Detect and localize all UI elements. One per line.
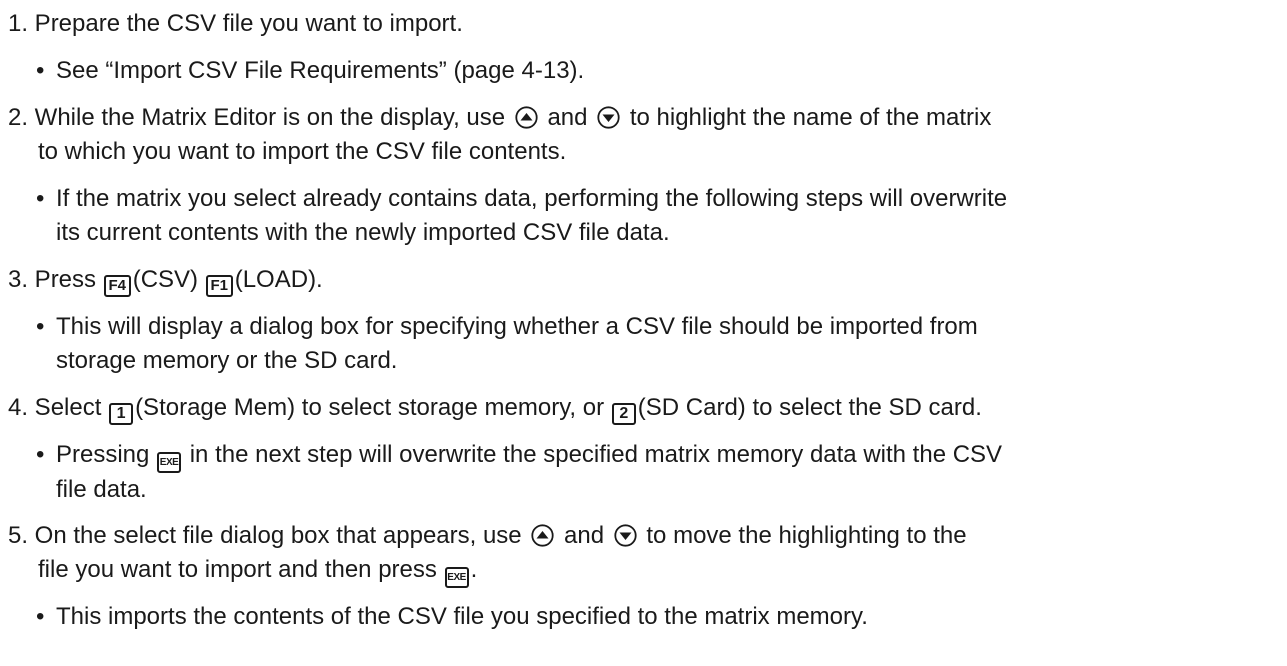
step-4-bullet-text-b: in the next step will overwrite the spec… xyxy=(189,441,1003,468)
step-3-text-a: 3. Press xyxy=(8,266,97,293)
step-4: 4. Select 1 (Storage Mem) to select stora… xyxy=(8,391,1278,425)
step-4-bullet: • Pressing EXE in the next step will over… xyxy=(36,438,1276,507)
step-3: 3. Press F4 (CSV) F1 (LOAD). xyxy=(8,263,1278,297)
step-2-bullet-line-1: If the matrix you select already contain… xyxy=(56,185,1008,212)
step-4-text-b: (Storage Mem) to select storage memory, … xyxy=(135,394,605,421)
two-key-icon: 2 xyxy=(611,403,636,425)
step-3-text-c: (LOAD). xyxy=(234,266,323,293)
one-key-icon: 1 xyxy=(109,403,134,425)
step-3-bullet: • This will display a dialog box for spec… xyxy=(36,310,1276,378)
step-5-text-b: and xyxy=(564,522,605,549)
exe-key-icon: EXE xyxy=(157,452,182,473)
step-3-bullet-line-2: storage memory or the SD card. xyxy=(56,347,398,374)
step-2-text-c: to highlight the name of the matrix xyxy=(629,104,992,131)
f4-key-icon: F4 xyxy=(103,275,131,297)
bullet-dot: • xyxy=(36,57,45,84)
bullet-dot: • xyxy=(36,313,45,340)
step-2-text-b: and xyxy=(547,104,588,131)
step-5-text-a: 5. On the select file dialog box that ap… xyxy=(8,522,522,549)
up-arrow-key-icon xyxy=(531,524,554,547)
step-5-text-e: . xyxy=(470,556,478,583)
step-1: 1. Prepare the CSV file you want to impo… xyxy=(8,7,1278,41)
down-arrow-key-icon xyxy=(597,106,620,129)
bullet-dot: • xyxy=(36,603,45,630)
step-5-bullet: • This imports the contents of the CSV fi… xyxy=(36,600,1276,634)
step-4-bullet-line-2: file data. xyxy=(56,476,147,503)
f1-key-icon: F1 xyxy=(205,275,233,297)
exe-key-icon: EXE xyxy=(444,567,469,588)
step-4-line-1: 4. Select 1 (Storage Mem) to select stora… xyxy=(8,391,1278,425)
step-3-bullet-line-1: This will display a dialog box for speci… xyxy=(56,313,978,340)
step-5: 5. On the select file dialog box that ap… xyxy=(8,519,1278,588)
step-3-text-b: (CSV) xyxy=(132,266,199,293)
step-2-line-1: 2. While the Matrix Editor is on the dis… xyxy=(8,101,1278,135)
step-3-line-1: 3. Press F4 (CSV) F1 (LOAD). xyxy=(8,263,1278,297)
step-2-bullet: • If the matrix you select already contai… xyxy=(36,182,1276,250)
step-2-line-2: to which you want to import the CSV file… xyxy=(38,138,567,165)
step-5-text-c: to move the highlighting to the xyxy=(646,522,967,549)
step-1-bullet: • See “Import CSV File Requirements” (pag… xyxy=(36,54,1276,88)
up-arrow-key-icon xyxy=(515,106,538,129)
step-4-bullet-text-a: Pressing xyxy=(56,441,150,468)
down-arrow-key-icon xyxy=(614,524,637,547)
step-2-text-a: 2. While the Matrix Editor is on the dis… xyxy=(8,104,506,131)
step-5-bullet-text: This imports the contents of the CSV fil… xyxy=(56,603,868,630)
step-1-bullet-text: See “Import CSV File Requirements” (page… xyxy=(56,57,585,84)
step-4-text-c: (SD Card) to select the SD card. xyxy=(637,394,982,421)
step-5-line-1: 5. On the select file dialog box that ap… xyxy=(8,519,1278,553)
step-4-text-a: 4. Select xyxy=(8,394,102,421)
step-5-line-2: file you want to import and then press E… xyxy=(8,553,1278,588)
bullet-dot: • xyxy=(36,185,45,212)
step-1-text: 1. Prepare the CSV file you want to impo… xyxy=(8,10,463,37)
step-2-bullet-line-2: its current contents with the newly impo… xyxy=(56,219,670,246)
bullet-dot: • xyxy=(36,441,45,468)
step-2: 2. While the Matrix Editor is on the dis… xyxy=(8,101,1278,169)
step-5-text-d: file you want to import and then press xyxy=(38,556,437,583)
